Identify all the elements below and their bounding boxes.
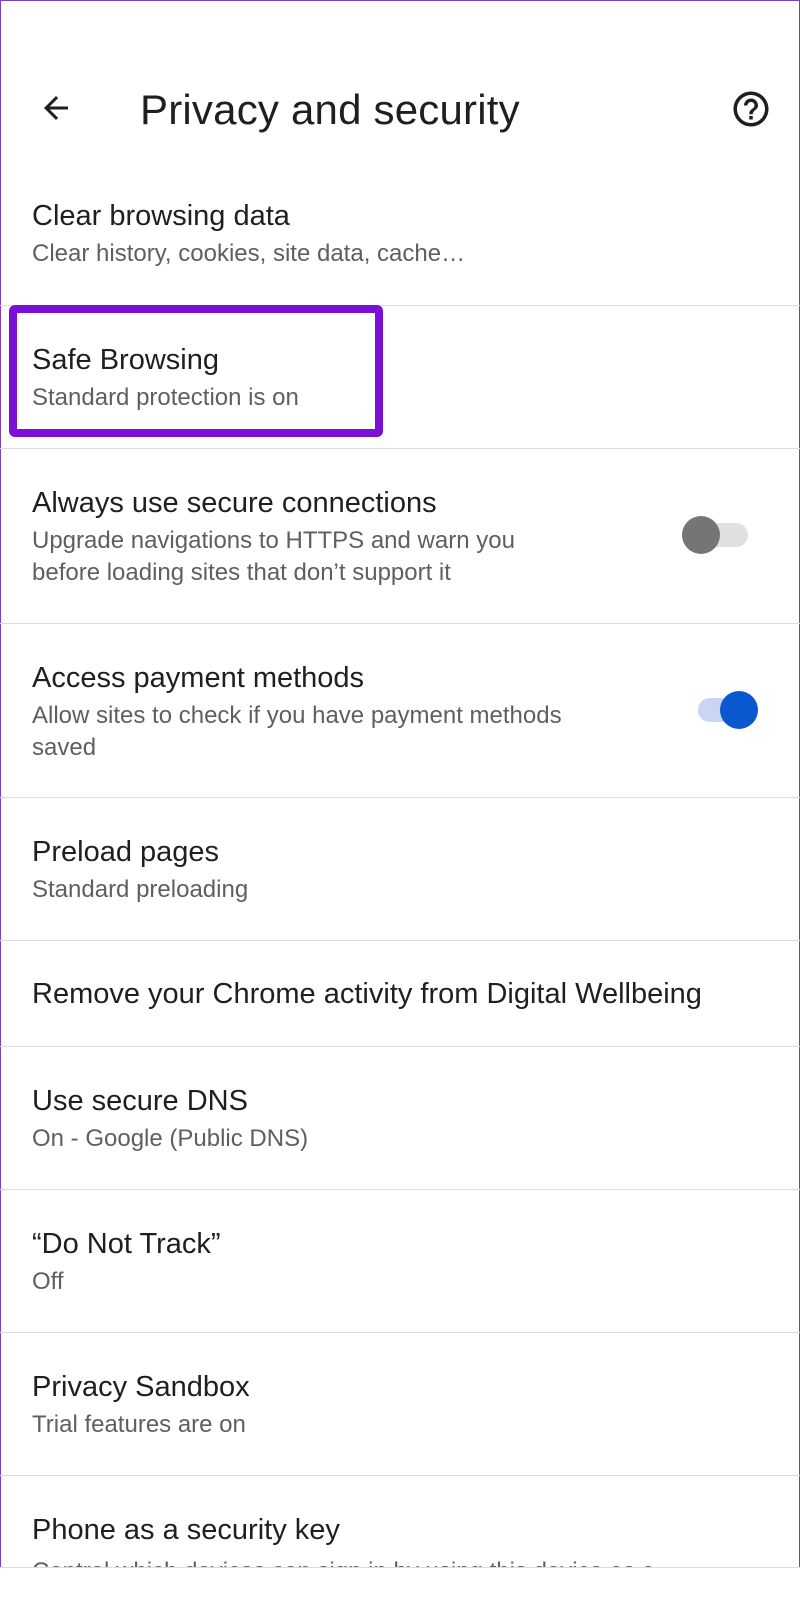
help-button[interactable] (728, 86, 774, 132)
setting-subtitle: Standard preloading (32, 876, 249, 903)
setting-title: Preload pages (32, 836, 220, 868)
setting-safe-browsing[interactable]: Safe Browsing Standard protection is on (0, 306, 800, 449)
setting-title: Clear browsing data (32, 200, 290, 232)
setting-title: Use secure DNS (32, 1085, 248, 1117)
setting-title: “Do Not Track” (32, 1228, 221, 1260)
toggle-thumb (720, 691, 758, 729)
setting-title: Safe Browsing (32, 344, 219, 376)
setting-title: Access payment methods (32, 662, 365, 694)
arrow-back-icon (44, 96, 68, 120)
setting-title: Always use secure connections (32, 487, 437, 519)
help-circle-icon (733, 91, 769, 127)
setting-access-payment-methods[interactable]: Access payment methods Allow sites to ch… (0, 624, 800, 798)
setting-subtitle: Off (32, 1268, 64, 1295)
toggle-thumb (682, 516, 720, 554)
setting-always-use-secure-connections[interactable]: Always use secure connections Upgrade na… (0, 449, 800, 624)
setting-title: Phone as a security key (32, 1514, 340, 1546)
setting-subtitle: Standard protection is on (32, 384, 299, 411)
back-button[interactable] (30, 82, 82, 134)
setting-subtitle-line2: saved (32, 734, 97, 761)
setting-do-not-track[interactable]: “Do Not Track” Off (0, 1190, 800, 1333)
setting-remove-digital-wellbeing[interactable]: Remove your Chrome activity from Digital… (0, 941, 800, 1047)
setting-subtitle: Trial features are on (32, 1411, 246, 1438)
setting-title: Privacy Sandbox (32, 1371, 250, 1403)
app-bar: Privacy and security (0, 0, 800, 200)
setting-subtitle: Clear history, cookies, site data, cache… (32, 240, 466, 267)
setting-preload-pages[interactable]: Preload pages Standard preloading (0, 798, 800, 941)
setting-clear-browsing-data[interactable]: Clear browsing data Clear history, cooki… (0, 186, 800, 306)
setting-subtitle-line2: before loading sites that don’t support … (32, 559, 451, 586)
setting-subtitle-line1: Allow sites to check if you have payment… (32, 702, 562, 729)
setting-use-secure-dns[interactable]: Use secure DNS On - Google (Public DNS) (0, 1047, 800, 1190)
secure-connections-toggle[interactable] (682, 512, 752, 556)
setting-title: Remove your Chrome activity from Digital… (32, 978, 702, 1010)
payment-methods-toggle[interactable] (688, 687, 758, 731)
setting-subtitle: On - Google (Public DNS) (32, 1125, 309, 1152)
setting-privacy-sandbox[interactable]: Privacy Sandbox Trial features are on (0, 1333, 800, 1476)
bottom-cutoff (0, 1567, 800, 1599)
page-title: Privacy and security (140, 86, 520, 133)
setting-subtitle-line1: Upgrade navigations to HTTPS and warn yo… (32, 527, 515, 554)
